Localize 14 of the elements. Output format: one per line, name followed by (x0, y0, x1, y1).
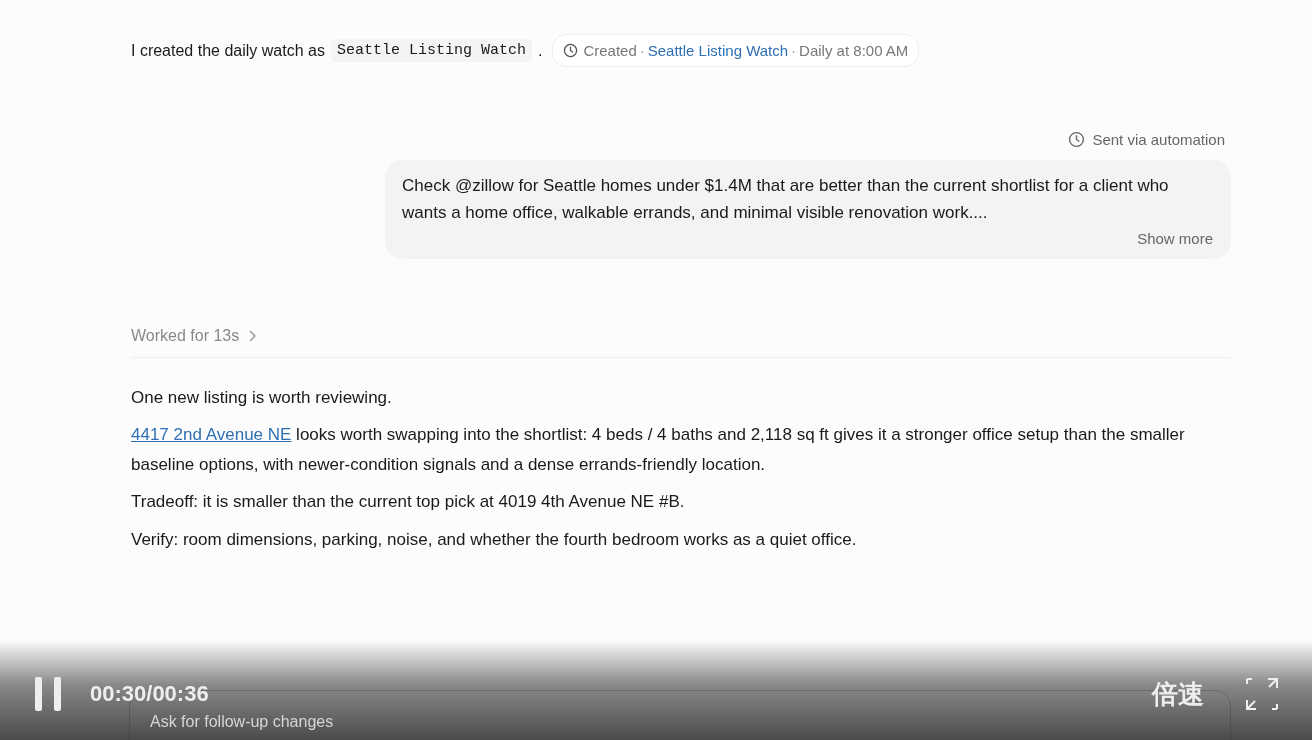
message-text: I created the daily watch as (131, 41, 325, 60)
message-text: Check @zillow for Seattle homes under $1.4M that are better than the current shortlist for a client who wants a home office, walkable errands, and minimal visible renovation work.... (402, 175, 1170, 224)
inline-code: Seattle Listing Watch (330, 39, 532, 62)
answer-text: 4417 2nd Avenue NE looks worth swapping into the shortlist: 4 beds / 4 baths and 2,118 sq ft gives it a stronger office setup than the smaller baseline options, with newer-condition signals and a dense errands-friendly location. (131, 424, 1186, 476)
answer-text: Verify: room dimensions, parking, noise, and whether the fourth bedroom works as a quiet office. (131, 529, 858, 551)
answer-text: One new listing is worth reviewing. (131, 387, 393, 409)
period-text: . (537, 41, 543, 60)
source-label: Sent via automation (1092, 131, 1225, 148)
separator: · (791, 42, 797, 59)
separator: · (639, 42, 645, 59)
schedule-text: Daily at 8:00 AM (799, 42, 909, 59)
status-label: Created (583, 42, 637, 59)
placeholder-text: Ask for follow-up changes (150, 713, 334, 730)
answer-text: Tradeoff: it is smaller than the current top pick at 4019 4th Avenue NE #B. (131, 491, 686, 513)
